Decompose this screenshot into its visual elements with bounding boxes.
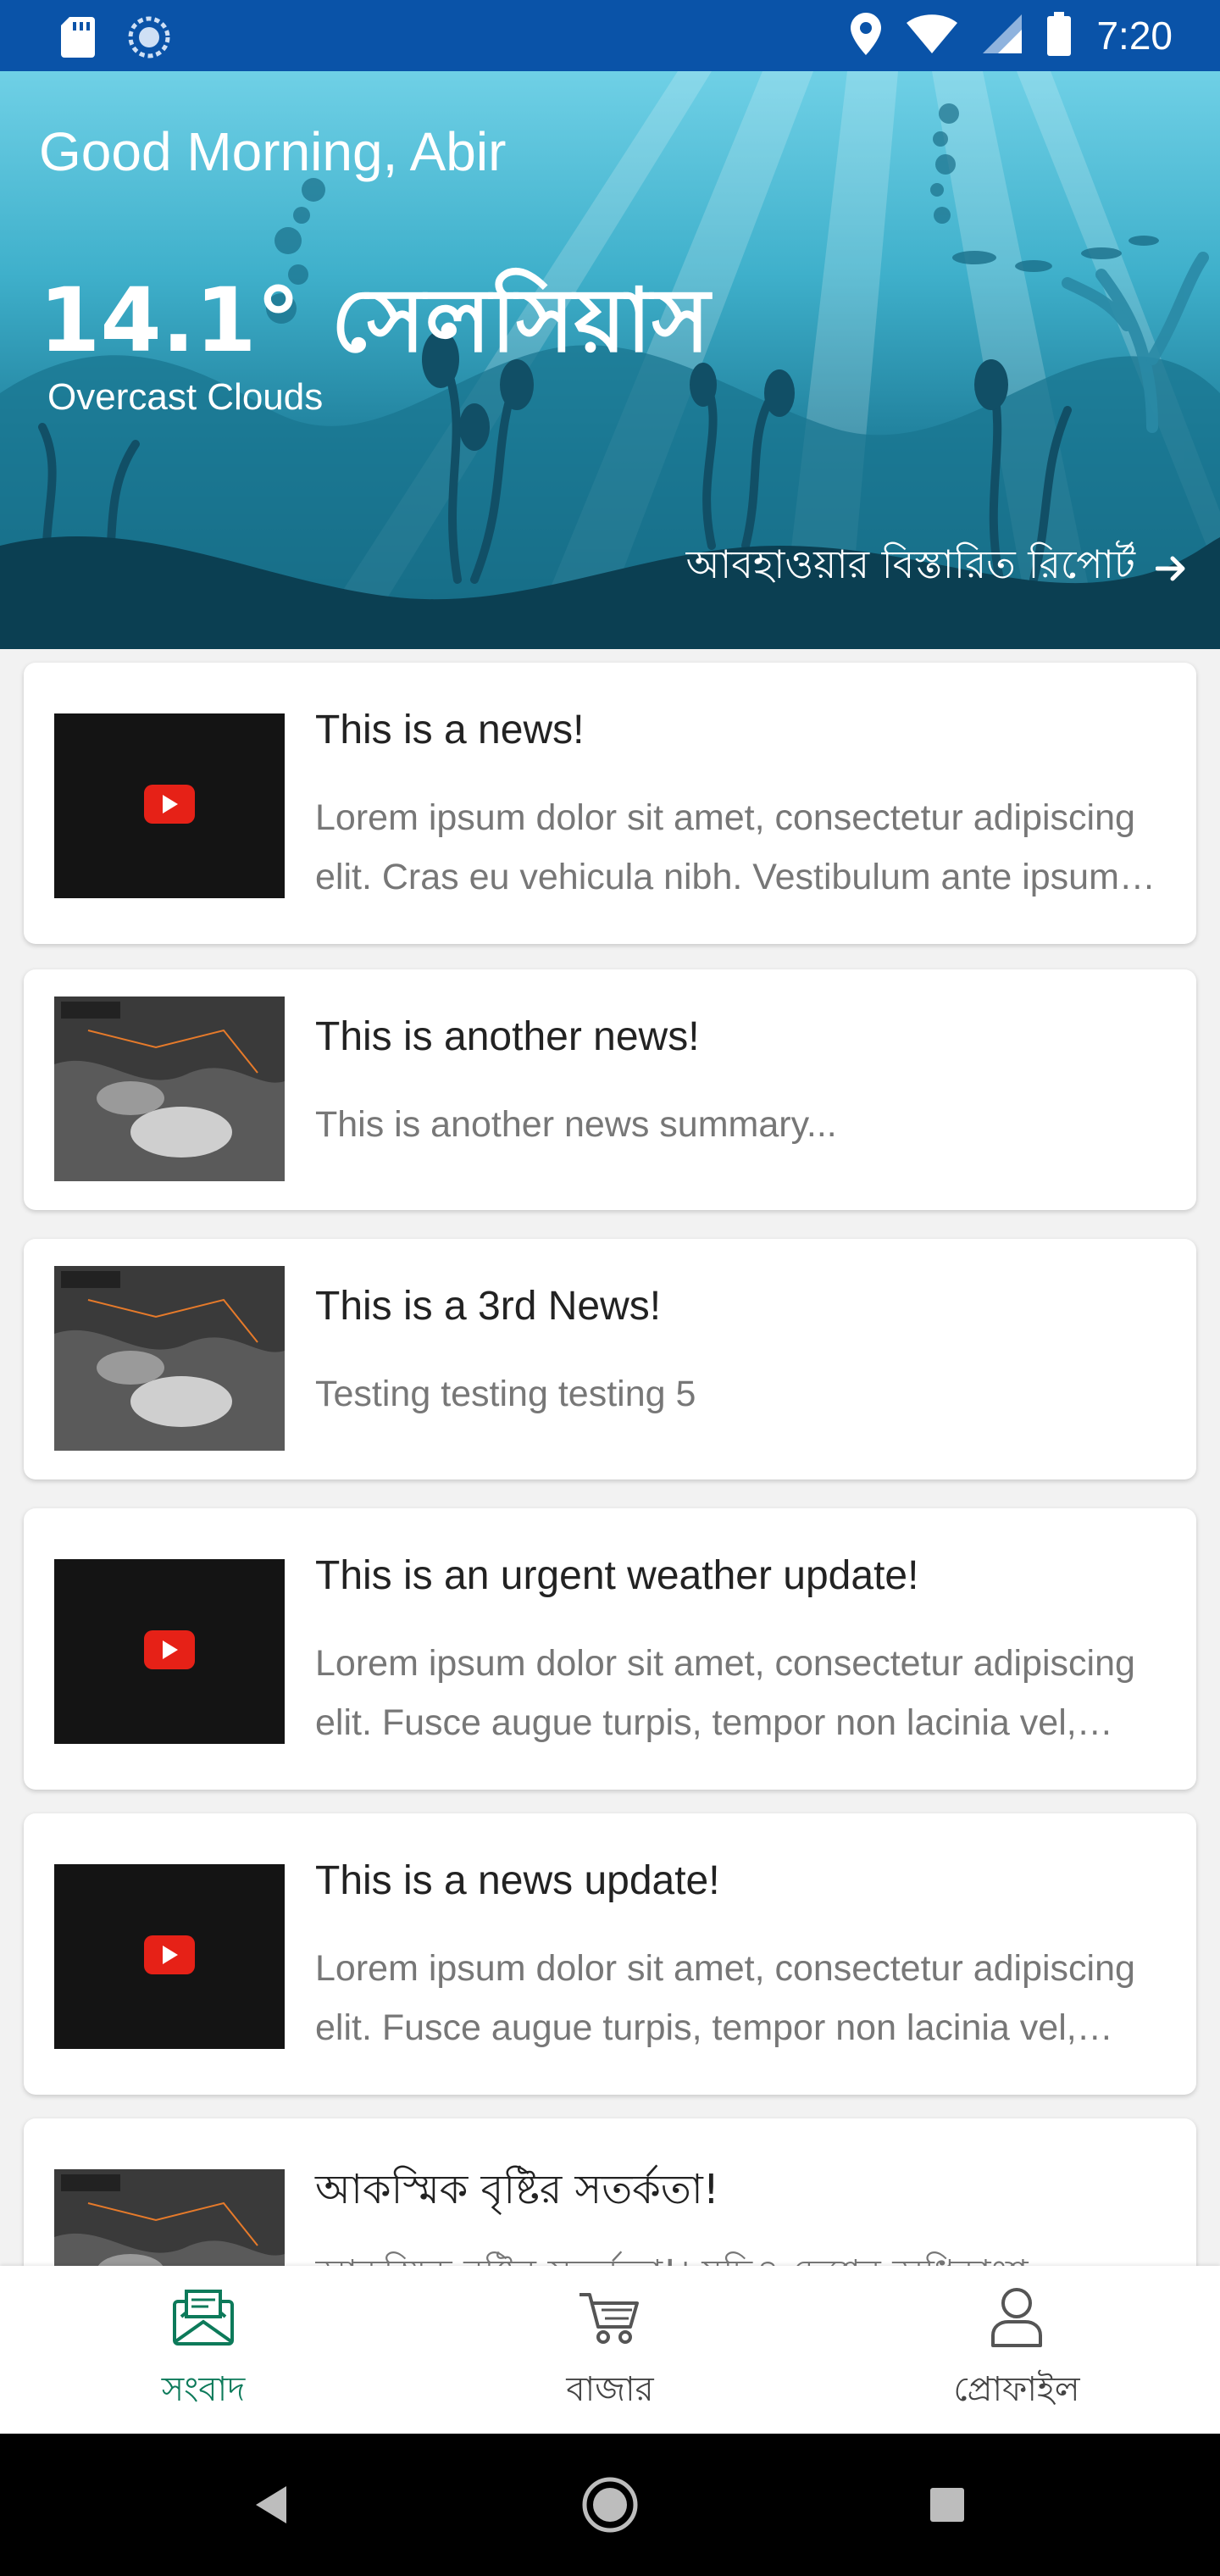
news-summary: Lorem ipsum dolor sit amet, consectetur … [315, 1948, 1135, 2048]
news-card[interactable]: This is an urgent weather update! Lorem … [24, 1508, 1196, 1790]
greeting: Good Morning, Abir [39, 121, 507, 182]
news-list[interactable]: This is a news! Lorem ipsum dolor sit am… [0, 649, 1220, 2266]
recents-icon[interactable] [929, 2486, 966, 2527]
news-card[interactable]: This is a news update! Lorem ipsum dolor… [24, 1813, 1196, 2095]
news-title: This is a 3rd News! [315, 1284, 662, 1329]
profile-icon [983, 2288, 1051, 2354]
news-card[interactable]: This is another news! This is another ne… [24, 969, 1196, 1210]
arrow-right-icon [1155, 545, 1186, 591]
signal-icon [983, 14, 1023, 57]
weather-condition: Overcast Clouds [47, 376, 324, 418]
sync-icon [127, 15, 171, 63]
system-navigation-bar [0, 2434, 1220, 2576]
video-thumbnail [54, 713, 285, 898]
nav-label-market: বাজার [566, 2370, 654, 2409]
location-icon [851, 13, 882, 58]
news-summary: Lorem ipsum dolor sit amet, consectetur … [315, 1643, 1135, 1743]
nav-item-news[interactable]: সংবাদ [76, 2283, 330, 2419]
bottom-navigation: সংবাদ বাজার প্রোফাইল [0, 2266, 1220, 2434]
news-title: This is another news! [315, 1014, 700, 1059]
nav-label-news: সংবাদ [161, 2370, 246, 2409]
clock: 7:20 [1096, 14, 1173, 58]
nav-item-market[interactable]: বাজার [483, 2283, 737, 2419]
nav-label-profile: প্রোফাইল [953, 2370, 1080, 2409]
satellite-thumbnail [54, 997, 285, 1181]
news-title: This is a news! [315, 708, 585, 752]
news-title: This is an urgent weather update! [315, 1553, 919, 1598]
news-summary: This is another news summary... [315, 1104, 837, 1145]
news-summary: Testing testing testing 5 [315, 1374, 696, 1414]
weather-banner: Good Morning, Abir 14.1° সেলসিয়াস Overc… [0, 71, 1220, 649]
news-icon [169, 2290, 237, 2354]
news-card[interactable]: আকস্মিক বৃষ্টির সতর্কতা! আকস্মিক বৃষ্টির… [24, 2118, 1196, 2266]
news-summary: আকস্মিক বৃষ্টির সতর্কতা!। যদিও দেশের অধি… [315, 2244, 1162, 2266]
nav-item-profile[interactable]: প্রোফাইল [890, 2283, 1144, 2419]
detailed-report-link[interactable]: আবহাওয়ার বিস্তারিত রিপোর্ট [686, 536, 1186, 600]
video-thumbnail [54, 1559, 285, 1744]
cart-icon [576, 2293, 644, 2354]
detailed-report-label: আবহাওয়ার বিস্তারিত রিপোর্ট [685, 541, 1135, 587]
news-title: This is a news update! [315, 1858, 720, 1903]
video-thumbnail [54, 1864, 285, 2049]
news-title: আকস্মিক বৃষ্টির সতর্কতা! [315, 2166, 720, 2213]
home-icon[interactable] [581, 2476, 639, 2537]
satellite-thumbnail [54, 2169, 285, 2266]
sd-card-icon [61, 17, 95, 61]
status-bar: 7:20 [0, 0, 1220, 71]
news-summary: Lorem ipsum dolor sit amet, consectetur … [315, 797, 1135, 897]
wifi-icon [907, 14, 958, 57]
battery-icon [1047, 12, 1072, 59]
news-card[interactable]: This is a news! Lorem ipsum dolor sit am… [24, 663, 1196, 944]
news-card[interactable]: This is a 3rd News! Testing testing test… [24, 1239, 1196, 1480]
satellite-thumbnail [54, 1266, 285, 1451]
back-icon[interactable] [252, 2484, 290, 2529]
